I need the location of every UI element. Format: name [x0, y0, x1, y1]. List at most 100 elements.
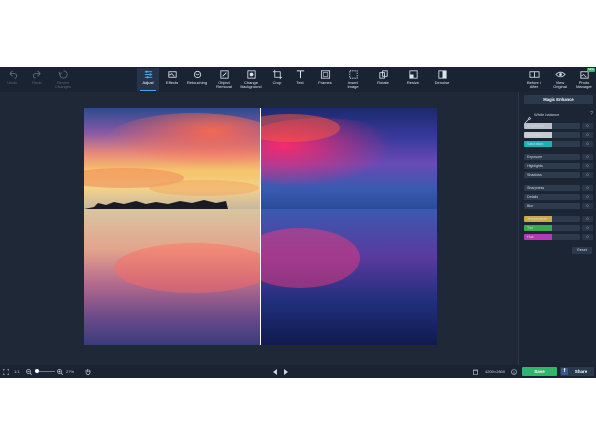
- sliders-icon: [143, 69, 154, 80]
- share-label: Share: [574, 369, 588, 374]
- slider-value[interactable]: 0: [582, 141, 593, 147]
- tool-rotate[interactable]: Rotate: [373, 68, 393, 91]
- undo-label: Undo: [7, 80, 17, 85]
- top-toolbar: Undo Redo Revert Changes Adjust Effects …: [0, 67, 596, 92]
- tool-insert-image[interactable]: Insert Image: [342, 68, 364, 91]
- slider-label: Tint: [527, 225, 533, 230]
- crop-icon: [272, 69, 283, 80]
- slider-label: Details: [527, 194, 538, 199]
- slider-exposure[interactable]: Exposure 0: [524, 154, 593, 160]
- retouching-icon: [192, 69, 203, 80]
- zoom-in-icon[interactable]: [57, 367, 64, 376]
- tool-denoise[interactable]: Denoise: [431, 68, 453, 91]
- slider-details[interactable]: Details 0: [524, 194, 593, 200]
- reset-button[interactable]: Reset: [572, 247, 592, 254]
- share-button[interactable]: f Share: [560, 367, 594, 376]
- slider-value[interactable]: 0: [582, 163, 593, 169]
- slider-label: Brightness: [527, 123, 544, 128]
- slider-value[interactable]: 0: [582, 216, 593, 222]
- effects-icon: [167, 69, 178, 80]
- zoom-out-icon[interactable]: [26, 367, 33, 376]
- slider-value[interactable]: 0: [582, 225, 593, 231]
- slider-value[interactable]: 0: [582, 185, 593, 191]
- object-removal-icon: [219, 69, 230, 80]
- tool-retouching[interactable]: Retouching: [185, 68, 209, 91]
- zoom-slider-track[interactable]: [37, 371, 55, 372]
- slider-label: Hue: [527, 234, 534, 239]
- photo-preview[interactable]: [84, 108, 437, 345]
- actual-size-label[interactable]: 1:1: [14, 367, 20, 376]
- rotate-icon: [378, 69, 389, 80]
- white-balance-row: White balance ?: [524, 111, 593, 124]
- tool-label: Resize: [406, 80, 420, 85]
- photo-before-half: [84, 108, 260, 345]
- change-background-icon: [246, 69, 257, 80]
- eye-icon: [554, 69, 566, 80]
- slider-saturation[interactable]: Saturation 0: [524, 141, 593, 147]
- view-original-button[interactable]: View Original: [549, 68, 571, 91]
- next-image-icon[interactable]: [283, 367, 288, 376]
- slider-sharpness[interactable]: Sharpness 0: [524, 185, 593, 191]
- prev-image-icon[interactable]: [273, 367, 278, 376]
- before-after-button[interactable]: Before / After: [522, 68, 546, 91]
- tool-adjust[interactable]: Adjust: [137, 68, 159, 91]
- eyedropper-icon[interactable]: [524, 111, 532, 124]
- slider-value[interactable]: 0: [582, 132, 593, 138]
- help-icon[interactable]: ?: [590, 111, 593, 117]
- slider-contrast[interactable]: Contrast 0: [524, 132, 593, 138]
- slider-hue[interactable]: Hue 0: [524, 234, 593, 240]
- tool-crop[interactable]: Crop: [268, 68, 286, 91]
- slider-temperature[interactable]: Temperature 0: [524, 216, 593, 222]
- slider-highlights[interactable]: Highlights 0: [524, 163, 593, 169]
- redo-button[interactable]: Redo: [27, 68, 47, 91]
- slider-label: Exposure: [527, 154, 543, 159]
- slider-brightness[interactable]: Brightness 0: [524, 123, 593, 129]
- tool-text[interactable]: Text: [291, 68, 309, 91]
- slider-value[interactable]: 0: [582, 172, 593, 178]
- image-canvas[interactable]: [0, 92, 518, 365]
- slider-label: Highlights: [527, 163, 543, 168]
- tool-label-2: Removal: [216, 84, 232, 90]
- zoom-level: 27%: [66, 369, 75, 374]
- tool-resize[interactable]: Resize: [403, 68, 423, 91]
- slider-value[interactable]: 0: [582, 203, 593, 209]
- tool-label: Retouching: [186, 80, 208, 85]
- slider-label: Sharpness: [527, 185, 545, 190]
- info-icon[interactable]: [511, 367, 517, 376]
- slider-shadows[interactable]: Shadows 0: [524, 172, 593, 178]
- before-after-divider[interactable]: [260, 108, 261, 345]
- adjust-panel: Magic Enhance White balance ? Brightness…: [518, 92, 596, 365]
- tool-label: Adjust: [142, 80, 154, 85]
- text-icon: [295, 69, 306, 80]
- tool-frames[interactable]: Frames: [314, 68, 336, 91]
- delete-icon[interactable]: [473, 367, 478, 376]
- tool-effects[interactable]: Effects: [162, 68, 182, 91]
- tool-change-background[interactable]: Change Background: [237, 68, 265, 91]
- tool-object-removal[interactable]: Object Removal: [213, 68, 235, 91]
- hand-icon[interactable]: [85, 367, 91, 376]
- magic-enhance-button[interactable]: Magic Enhance: [524, 95, 593, 104]
- before-after-icon: [529, 69, 540, 80]
- tool-label: Crop: [272, 80, 282, 85]
- slider-value[interactable]: 0: [582, 194, 593, 200]
- revert-label-2: Changes: [54, 84, 71, 90]
- slider-value[interactable]: 0: [582, 234, 593, 240]
- zoom-slider-handle[interactable]: [35, 369, 39, 373]
- slider-blur[interactable]: Blur 0: [524, 203, 593, 209]
- denoise-icon: [437, 69, 448, 80]
- slider-label: Blur: [527, 203, 534, 208]
- photo-editor-window: Undo Redo Revert Changes Adjust Effects …: [0, 67, 596, 378]
- view-original-label-2: Original: [553, 84, 567, 90]
- slider-label: Shadows: [527, 172, 542, 177]
- resize-icon: [408, 69, 419, 80]
- revert-changes-button[interactable]: Revert Changes: [51, 68, 75, 91]
- fit-screen-icon[interactable]: [2, 367, 10, 376]
- slider-tint[interactable]: Tint 0: [524, 225, 593, 231]
- slider-value[interactable]: 0: [582, 123, 593, 129]
- slider-label: Contrast: [527, 132, 541, 137]
- tool-label: Effects: [165, 80, 179, 85]
- save-button[interactable]: Save: [522, 367, 557, 376]
- slider-value[interactable]: 0: [582, 154, 593, 160]
- undo-button[interactable]: Undo: [2, 68, 22, 91]
- tool-label: Denoise: [434, 80, 450, 85]
